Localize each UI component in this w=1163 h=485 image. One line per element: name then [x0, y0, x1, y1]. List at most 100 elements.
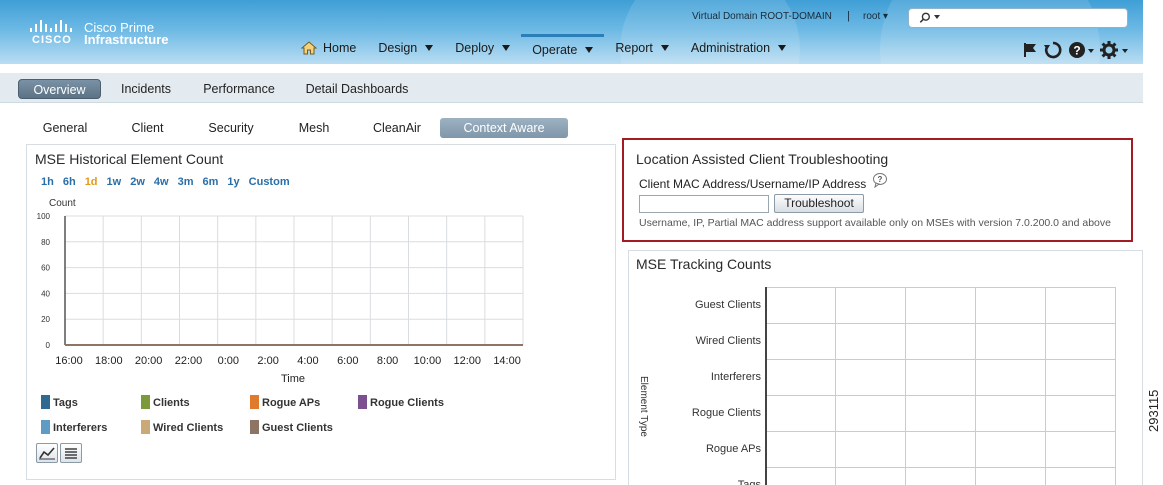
nav-report[interactable]: Report — [604, 34, 680, 62]
search-scope-caret-icon[interactable] — [934, 15, 940, 19]
help-bubble-icon[interactable]: ? — [872, 172, 888, 188]
x-tick-label: 8:00 — [377, 355, 398, 367]
time-range-3m[interactable]: 3m — [178, 176, 194, 188]
nav-design[interactable]: Design — [367, 34, 444, 62]
legend-swatch — [41, 395, 50, 409]
main-nav: Home Design Deploy Operate Report Administrat… — [290, 34, 797, 62]
time-range-2w[interactable]: 2w — [130, 176, 145, 188]
category-label: Rogue Clients — [691, 407, 761, 419]
nav-label: Report — [615, 41, 653, 55]
time-range-1h[interactable]: 1h — [41, 176, 54, 188]
chart-view-button[interactable] — [36, 443, 58, 463]
legend-swatch — [141, 420, 150, 434]
table-view-button[interactable] — [60, 443, 82, 463]
app-header: CISCO Cisco Prime Infrastructure Virtual… — [0, 0, 1143, 160]
chevron-down-icon — [778, 45, 787, 51]
tab-overview[interactable]: Overview — [18, 79, 101, 99]
panel-title: Location Assisted Client Troubleshooting — [636, 151, 889, 167]
subtab-cleanair[interactable]: CleanAir — [366, 118, 428, 138]
tab-incidents[interactable]: Incidents — [113, 79, 179, 99]
client-id-input[interactable] — [639, 195, 769, 213]
legend-item[interactable]: Interferers — [41, 420, 107, 434]
time-range-custom[interactable]: Custom — [249, 176, 290, 188]
category-label: Wired Clients — [695, 335, 761, 347]
x-tick-label: 0:00 — [218, 355, 239, 367]
time-range-1y[interactable]: 1y — [227, 176, 239, 188]
legend-label: Interferers — [53, 422, 108, 434]
nav-administration[interactable]: Administration — [680, 34, 797, 62]
x-tick-label: 2:00 — [257, 355, 278, 367]
help-icon[interactable]: ? — [1068, 41, 1094, 59]
subtab-client[interactable]: Client — [120, 118, 175, 138]
version-note: Username, IP, Partial MAC address suppor… — [639, 217, 1111, 229]
nav-deploy[interactable]: Deploy — [444, 34, 521, 62]
chevron-down-icon — [585, 46, 594, 53]
refresh-icon[interactable] — [1044, 41, 1062, 59]
svg-text:?: ? — [1073, 44, 1080, 58]
y-tick-label: 0 — [46, 341, 51, 350]
legend-swatch — [250, 395, 259, 409]
chevron-down-icon — [660, 45, 669, 51]
legend-label: Wired Clients — [153, 422, 224, 434]
legend-item[interactable]: Tags — [41, 395, 78, 409]
product-name-line2: Infrastructure — [84, 32, 169, 47]
location-troubleshoot-panel: Location Assisted Client Troubleshooting… — [622, 138, 1133, 242]
time-range-6h[interactable]: 6h — [63, 176, 76, 188]
category-label: Rogue APs — [705, 443, 761, 455]
x-tick-label: 16:00 — [55, 355, 83, 367]
category-label: Tags — [737, 479, 761, 485]
legend-swatch — [250, 420, 259, 434]
chevron-down-icon — [502, 45, 511, 51]
x-tick-label: 14:00 — [493, 355, 521, 367]
legend-swatch — [141, 395, 150, 409]
table-view-icon — [65, 448, 77, 459]
panel-title: MSE Historical Element Count — [35, 151, 224, 167]
flag-icon[interactable] — [1022, 42, 1038, 58]
legend-swatch — [41, 420, 50, 434]
subtab-security[interactable]: Security — [200, 118, 262, 138]
search-icon — [919, 12, 930, 23]
nav-label: Operate — [532, 42, 578, 57]
line-chart-icon — [39, 447, 55, 460]
time-range-1d[interactable]: 1d — [85, 176, 98, 188]
time-range-4w[interactable]: 4w — [154, 176, 169, 188]
time-range-1w[interactable]: 1w — [107, 176, 122, 188]
global-search-input[interactable] — [908, 8, 1128, 28]
tracking-chart — [765, 287, 1116, 485]
category-label: Guest Clients — [694, 299, 761, 311]
x-tick-label: 12:00 — [453, 355, 481, 367]
time-range-links: 1h 6h 1d 1w 2w 4w 3m 6m 1y Custom — [41, 176, 290, 188]
subtab-general[interactable]: General — [30, 118, 100, 138]
x-tick-label: 22:00 — [175, 355, 203, 367]
legend-item[interactable]: Rogue Clients — [358, 395, 444, 409]
legend-item[interactable]: Clients — [141, 395, 190, 409]
legend-label: Rogue Clients — [370, 397, 444, 409]
legend-label: Guest Clients — [262, 422, 333, 434]
virtual-domain[interactable]: Virtual Domain ROOT-DOMAIN — [692, 11, 832, 22]
home-icon — [301, 41, 317, 55]
legend-swatch — [358, 395, 367, 409]
subtab-context-aware[interactable]: Context Aware — [440, 118, 568, 138]
nav-operate[interactable]: Operate — [521, 34, 605, 62]
legend-item[interactable]: Rogue APs — [250, 395, 320, 409]
y-tick-label: 20 — [41, 315, 50, 324]
legend-item[interactable]: Wired Clients — [141, 420, 223, 434]
subtab-mesh[interactable]: Mesh — [290, 118, 338, 138]
svg-text:?: ? — [878, 175, 883, 184]
nav-label: Administration — [690, 41, 771, 55]
user-menu[interactable]: root ▾ — [863, 11, 888, 22]
historical-count-panel: MSE Historical Element Count 1h 6h 1d 1w 2w 4… — [26, 144, 616, 480]
legend-label: Clients — [153, 397, 190, 409]
tab-performance[interactable]: Performance — [193, 79, 285, 99]
y-axis-label: Count — [49, 198, 76, 209]
chevron-down-icon — [425, 45, 434, 51]
tab-detail-dashboards[interactable]: Detail Dashboards — [298, 79, 416, 99]
nav-label: Deploy — [455, 41, 495, 55]
time-range-6m[interactable]: 6m — [203, 176, 219, 188]
gear-icon[interactable] — [1100, 41, 1128, 59]
nav-label: Home — [323, 41, 357, 55]
troubleshoot-button[interactable]: Troubleshoot — [774, 194, 864, 213]
nav-home[interactable]: Home — [290, 34, 367, 62]
header-separator: | — [847, 10, 850, 22]
legend-item[interactable]: Guest Clients — [250, 420, 333, 434]
